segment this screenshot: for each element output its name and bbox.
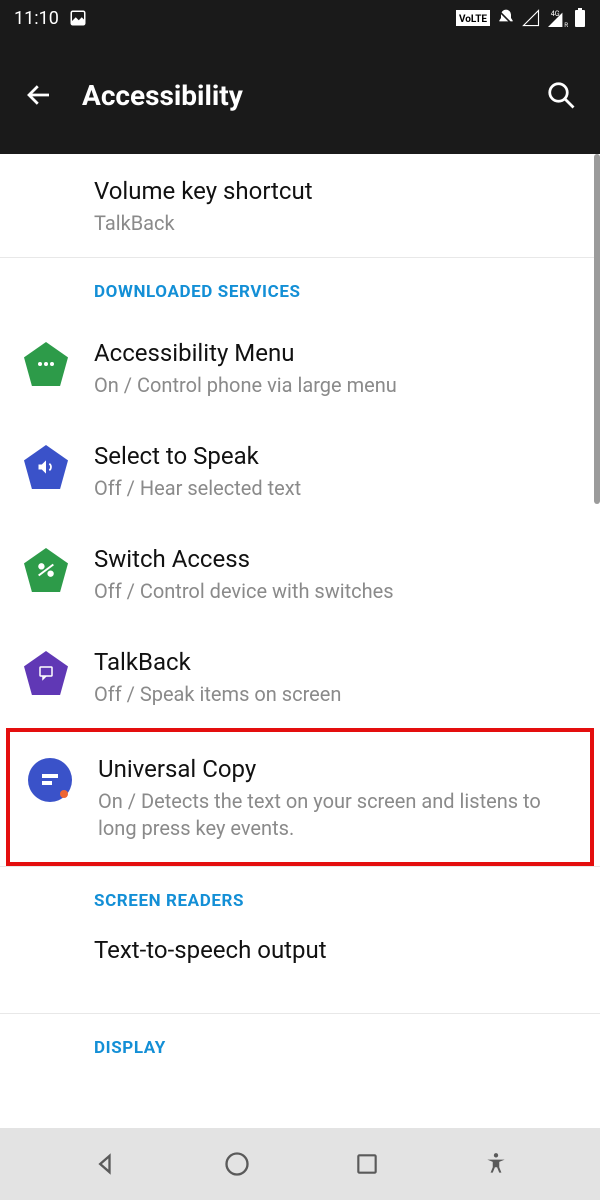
item-subtitle: Off / Speak items on screen bbox=[94, 681, 576, 708]
notifications-off-icon bbox=[496, 8, 516, 28]
nav-recent-icon[interactable] bbox=[354, 1151, 380, 1177]
status-time: 11:10 bbox=[14, 8, 59, 29]
item-talkback[interactable]: TalkBack Off / Speak items on screen bbox=[0, 625, 600, 728]
item-select-to-speak[interactable]: Select to Speak Off / Hear selected text bbox=[0, 419, 600, 522]
nav-home-icon[interactable] bbox=[223, 1150, 251, 1178]
signal-empty-icon bbox=[522, 9, 540, 27]
signal-4g-icon: 4GR bbox=[546, 9, 568, 27]
picture-icon bbox=[69, 9, 87, 27]
item-subtitle: On / Control phone via large menu bbox=[94, 372, 576, 399]
item-switch-access[interactable]: Switch Access Off / Control device with … bbox=[0, 522, 600, 625]
item-title: Accessibility Menu bbox=[94, 338, 576, 368]
item-title: Volume key shortcut bbox=[94, 176, 576, 206]
item-title: Universal Copy bbox=[98, 754, 566, 784]
nav-back-icon[interactable] bbox=[92, 1150, 120, 1178]
item-accessibility-menu[interactable]: Accessibility Menu On / Control phone vi… bbox=[0, 316, 600, 419]
item-subtitle: Off / Control device with switches bbox=[94, 578, 576, 605]
item-subtitle: Off / Hear selected text bbox=[94, 475, 576, 502]
nav-accessibility-icon[interactable] bbox=[483, 1151, 509, 1177]
accessibility-menu-icon bbox=[24, 342, 68, 386]
section-downloaded-services: DOWNLOADED SERVICES bbox=[0, 258, 600, 316]
item-title: Select to Speak bbox=[94, 441, 576, 471]
section-display: DISPLAY bbox=[0, 1014, 600, 1082]
item-title: TalkBack bbox=[94, 647, 576, 677]
back-icon[interactable] bbox=[24, 80, 54, 110]
switch-access-icon bbox=[24, 548, 68, 592]
svg-text:R: R bbox=[564, 21, 568, 27]
navigation-bar bbox=[0, 1128, 600, 1200]
highlight-box: Universal Copy On / Detects the text on … bbox=[6, 728, 594, 866]
item-subtitle: TalkBack bbox=[94, 210, 576, 237]
item-subtitle: On / Detects the text on your screen and… bbox=[98, 788, 566, 842]
talkback-icon bbox=[24, 651, 68, 695]
settings-list: Volume key shortcut TalkBack DOWNLOADED … bbox=[0, 154, 600, 1082]
svg-text:VoLTE: VoLTE bbox=[459, 14, 487, 25]
scrollbar[interactable] bbox=[594, 154, 600, 504]
item-title: Switch Access bbox=[94, 544, 576, 574]
item-volume-key-shortcut[interactable]: Volume key shortcut TalkBack bbox=[0, 154, 600, 257]
volte-icon: VoLTE bbox=[456, 10, 490, 26]
status-bar: 11:10 VoLTE 4GR bbox=[0, 0, 600, 36]
app-header: Accessibility bbox=[0, 36, 600, 154]
item-title: Text-to-speech output bbox=[94, 935, 576, 965]
item-text-to-speech[interactable]: Text-to-speech output bbox=[0, 925, 600, 1013]
page-title: Accessibility bbox=[82, 79, 518, 112]
section-screen-readers: SCREEN READERS bbox=[0, 867, 600, 925]
select-to-speak-icon bbox=[24, 445, 68, 489]
item-universal-copy[interactable]: Universal Copy On / Detects the text on … bbox=[10, 732, 590, 862]
battery-icon bbox=[574, 8, 586, 28]
universal-copy-icon bbox=[28, 758, 72, 802]
search-icon[interactable] bbox=[546, 80, 576, 110]
